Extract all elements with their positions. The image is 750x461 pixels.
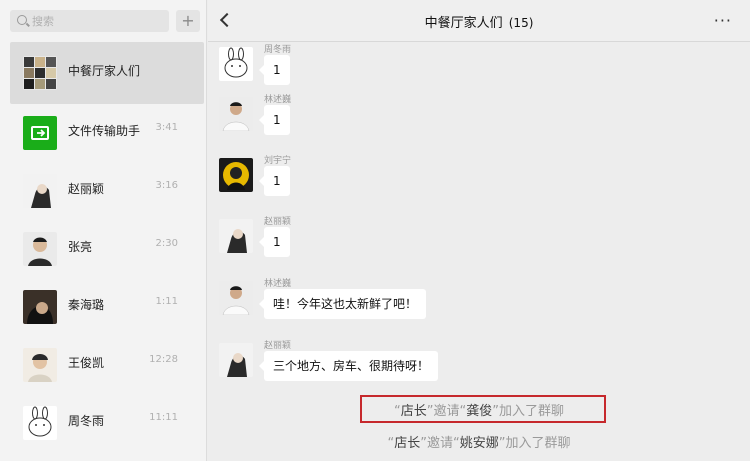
message-bubble[interactable]: 三个地方、房车、很期待呀！ [258,351,439,381]
chat-time: 11:11 [149,412,178,423]
file-transfer-icon [23,116,57,150]
chat-time: 2:30 [155,238,178,249]
avatar[interactable] [219,219,253,253]
sender-name: 林述巍 [264,95,292,105]
joined-text: ”加入了群聊 [492,404,564,419]
chat-item-group[interactable]: 中餐厅家人们 [10,42,204,104]
message-bubble[interactable]: 1 [259,105,290,135]
avatar[interactable] [219,281,253,315]
search-input[interactable]: 搜索 [10,10,169,32]
avatar [23,348,57,382]
avatar [23,290,57,324]
chat-item-wangjunkai[interactable]: 王俊凯 12:28 [10,336,204,394]
chat-time: 3:16 [155,180,178,191]
invitee-name: 姚安娜 [459,436,499,451]
sender-name: 周冬雨 [264,45,292,55]
sender-name: 赵丽颖 [264,341,292,351]
chat-name: 中餐厅家人们 [68,64,141,78]
chat-header: 中餐厅家人们 (15) ··· [208,0,750,42]
bunny-avatar [23,406,57,440]
more-options-icon[interactable]: ··· [714,13,732,29]
invite-text: ”邀请“ [426,404,467,419]
message-bubble[interactable]: 哇！今年这也太新鲜了吧！ [258,289,427,319]
chat-name: 秦海璐 [68,298,105,312]
chat-name: 王俊凯 [68,356,105,370]
page-title: 中餐厅家人们 (15) [208,12,750,31]
member-count: (15) [508,16,534,30]
search-icon [17,15,27,25]
inviter-name: 店长 [394,436,421,451]
chat-item-qinhailu[interactable]: 秦海璐 1:11 [10,278,204,336]
message-bubble[interactable]: 1 [259,166,290,196]
sender-name: 刘宇宁 [264,156,292,166]
group-avatar [23,56,57,90]
invitee-name: 龚俊 [466,404,493,419]
system-message: “店长”邀请“姚安娜”加入了群聊 [208,432,750,451]
avatar [23,174,57,208]
search-row: 搜索 + [10,10,200,34]
chat-sidebar: 搜索 + 中餐厅家人们 文件传输助手 3:41 赵丽颖 3:16 张亮 2:30… [0,0,207,461]
chat-name: 张亮 [68,240,93,254]
chat-list: 中餐厅家人们 文件传输助手 3:41 赵丽颖 3:16 张亮 2:30 秦海璐 … [10,42,204,452]
avatar[interactable] [219,97,253,131]
chat-name: 赵丽颖 [68,182,105,196]
sender-name: 赵丽颖 [264,217,292,227]
message-bubble[interactable]: 1 [259,227,290,257]
bunny-avatar[interactable] [219,47,253,81]
add-chat-button[interactable]: + [176,10,200,32]
group-name: 中餐厅家人们 [424,16,503,31]
quote: “ [393,404,401,419]
avatar [23,232,57,266]
chat-time: 12:28 [149,354,178,365]
message-area: 周冬雨 1 林述巍 1 刘宇宁 1 赵丽颖 1 林述巍 哇！今年这也太新鲜了吧！… [208,43,750,461]
chat-name: 文件传输助手 [68,124,141,138]
message-bubble[interactable]: 1 [259,55,290,85]
chat-name: 周冬雨 [68,414,105,428]
avatar[interactable] [219,343,253,377]
chat-item-file-transfer[interactable]: 文件传输助手 3:41 [10,104,204,162]
chat-item-zhangliang[interactable]: 张亮 2:30 [10,220,204,278]
invite-text: ”邀请“ [420,436,460,451]
chat-item-zhoudongyu[interactable]: 周冬雨 11:11 [10,394,204,452]
joined-text: ”加入了群聊 [498,436,571,451]
search-placeholder: 搜索 [32,15,54,28]
chat-time: 3:41 [155,122,178,133]
sender-name: 林述巍 [264,279,292,289]
chat-time: 1:11 [155,296,178,307]
avatar[interactable] [219,158,253,192]
system-message: “店长”邀请“龚俊”加入了群聊 [208,400,750,419]
chat-item-zhaoliying[interactable]: 赵丽颖 3:16 [10,162,204,220]
inviter-name: 店长 [400,404,427,419]
